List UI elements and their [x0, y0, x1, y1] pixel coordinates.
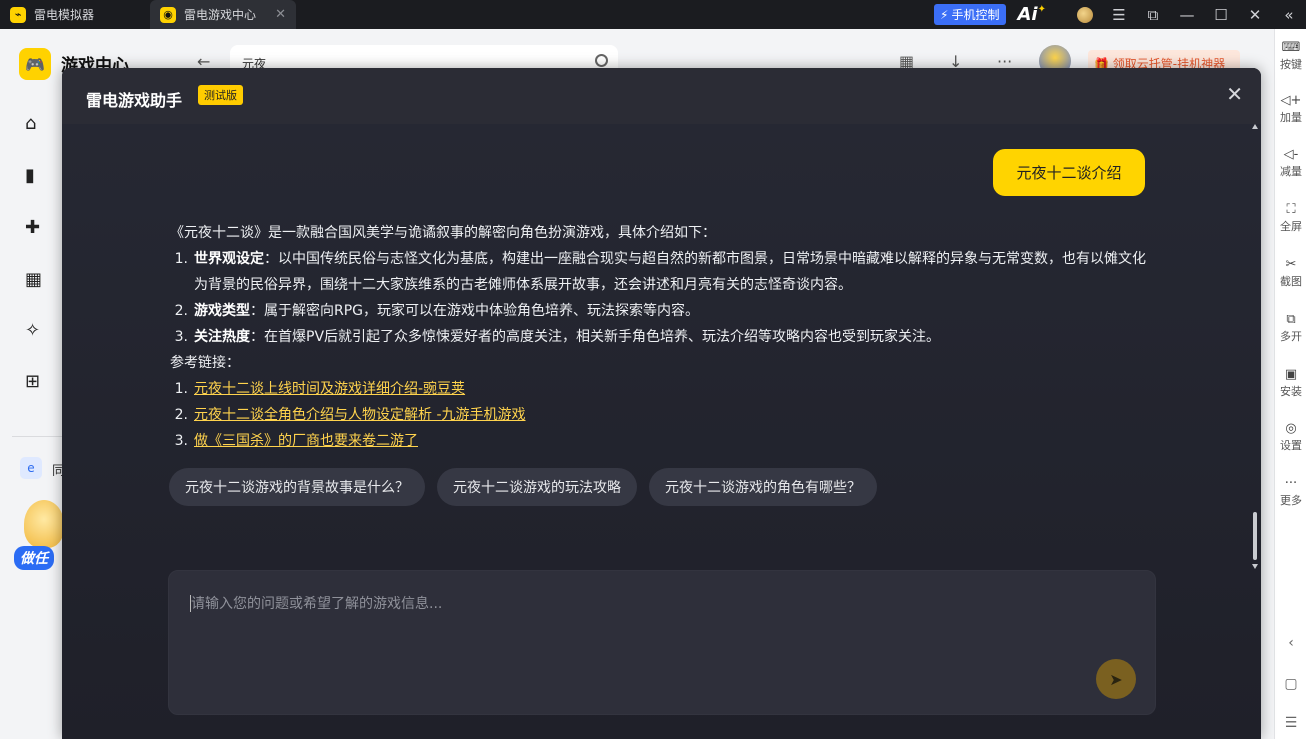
game-center-logo-icon: ◉ — [160, 6, 176, 23]
chat-area[interactable]: 元夜十二谈介绍 《元夜十二谈》是一款融合国风美学与诡谲叙事的解密向角色扮演游戏，… — [62, 124, 1261, 739]
close-tab-icon[interactable]: ✕ — [275, 7, 286, 22]
dialog-header: 雷电游戏助手 测试版 ✕ — [62, 68, 1261, 124]
reference-item: 1. 元夜十二谈上线时间及游戏详细介绍-豌豆荚 — [174, 381, 466, 397]
reference-link[interactable]: 元夜十二谈全角色介绍与人物设定解析 -九游手机游戏 — [194, 407, 526, 423]
send-icon: ➤ — [1109, 669, 1123, 689]
keyboard-icon: ⌨ — [1281, 40, 1301, 55]
reference-item: 2. 元夜十二谈全角色介绍与人物设定解析 -九游手机游戏 — [174, 407, 526, 423]
tab-emulator[interactable]: ⌁ 雷电模拟器 — [0, 0, 150, 29]
tab-game-center[interactable]: ◉ 雷电游戏中心 ✕ — [150, 0, 296, 29]
menu-icon[interactable]: ☰ — [1102, 0, 1136, 29]
discover-icon[interactable]: ✧ — [25, 320, 40, 341]
search-icon[interactable] — [595, 54, 608, 67]
external-window-icon[interactable]: ⧉ — [1136, 0, 1170, 29]
reference-item: 3. 做《三国杀》的厂商也要来卷二游了 — [174, 433, 418, 449]
send-button[interactable]: ➤ — [1096, 659, 1136, 699]
fullscreen-icon: ⛶ — [1286, 202, 1296, 217]
maximize-icon[interactable]: ☐ — [1204, 0, 1238, 29]
apk-install-icon: ▣ — [1284, 367, 1298, 382]
ai-label: Ai — [1017, 4, 1038, 25]
minimize-icon[interactable]: — — [1170, 0, 1204, 29]
answer-intro: 《元夜十二谈》是一款融合国风美学与诡谲叙事的解密向角色扮演游戏，具体介绍如下： — [170, 225, 716, 241]
list-item: 3. 关注热度：在首爆PV后就引起了众多惊悚爱好者的高度关注，相关新手角色培养、… — [174, 329, 941, 345]
android-home-icon[interactable]: ▢ — [1275, 676, 1306, 692]
sidebar-item-keymap[interactable]: ⌨ 按键 — [1275, 40, 1306, 72]
sidebar-item-more[interactable]: ··· 更多 — [1275, 476, 1306, 508]
list-item: 1. 世界观设定：以中国传统民俗与志怪文化为基底，构建出一座融合现实与超自然的新… — [174, 251, 1146, 293]
gift-icon[interactable]: ⊞ — [25, 371, 40, 392]
reference-link[interactable]: 元夜十二谈上线时间及游戏详细介绍-豌豆荚 — [194, 381, 465, 397]
ranking-icon[interactable]: ▮ — [25, 165, 35, 186]
sidebar-item-screenshot[interactable]: ✂ 截图 — [1275, 257, 1306, 289]
phone-control-button[interactable]: ⚡ 手机控制 — [934, 4, 1006, 25]
suggestion-chip[interactable]: 元夜十二谈游戏的角色有哪些？ — [649, 468, 877, 506]
chat-input-box: ➤ — [168, 570, 1156, 715]
suggestion-chip[interactable]: 元夜十二谈游戏的玩法攻略 — [437, 468, 637, 506]
scroll-down-icon[interactable] — [1252, 564, 1258, 569]
gamepad-icon[interactable]: ✚ — [25, 217, 40, 238]
volume-down-icon: ◁- — [1283, 147, 1299, 162]
volume-up-icon: ◁+ — [1280, 93, 1302, 108]
sidebar-item-fullscreen[interactable]: ⛶ 全屏 — [1275, 202, 1306, 234]
refs-label: 参考链接： — [170, 355, 240, 371]
close-icon[interactable]: ✕ — [1226, 82, 1243, 106]
scroll-thumb[interactable] — [1253, 512, 1257, 560]
task-mascot[interactable]: 做任 — [14, 500, 64, 570]
assistant-dialog: 雷电游戏助手 测试版 ✕ 元夜十二谈介绍 《元夜十二谈》是一款融合国风美学与诡谲… — [62, 68, 1261, 739]
text-caret — [190, 595, 191, 612]
sidebar-item-volume-down[interactable]: ◁- 减量 — [1275, 147, 1306, 179]
sidebar-item-settings[interactable]: ◎ 设置 — [1275, 421, 1306, 453]
collapse-sidebar-icon[interactable]: « — [1272, 0, 1306, 29]
ai-button[interactable]: Ai✦ — [1018, 4, 1047, 25]
list-item: 2. 游戏类型：属于解密向RPG，玩家可以在游戏中体验角色培养、玩法探索等内容。 — [174, 303, 700, 319]
close-window-icon[interactable]: ✕ — [1238, 0, 1272, 29]
app-shortcut-icon[interactable]: e — [20, 457, 42, 479]
android-recents-icon[interactable]: ☰ — [1275, 715, 1306, 731]
sidebar-item-volume-up[interactable]: ◁+ 加量 — [1275, 93, 1306, 125]
reference-link[interactable]: 做《三国杀》的厂商也要来卷二游了 — [194, 433, 418, 449]
tab-label: 雷电游戏中心 — [184, 8, 257, 22]
question-input[interactable] — [169, 571, 1155, 714]
apps-icon[interactable]: ▦ — [25, 269, 42, 290]
multi-instance-icon: ⧉ — [1286, 312, 1296, 327]
account-avatar-icon[interactable] — [1068, 0, 1102, 29]
chat-scrollbar[interactable] — [1251, 124, 1259, 569]
sparkle-icon: ✦ — [1037, 4, 1046, 15]
sidebar-item-install[interactable]: ▣ 安装 — [1275, 367, 1306, 399]
scroll-up-icon[interactable] — [1252, 124, 1258, 129]
emulator-sidebar: ⌨ 按键 ◁+ 加量 ◁- 减量 ⛶ 全屏 ✂ 截图 ⧉ 多开 ▣ 安装 ◎ 设… — [1274, 29, 1306, 739]
gear-icon: ◎ — [1285, 421, 1297, 436]
window-titlebar: ⌁ 雷电模拟器 ◉ 雷电游戏中心 ✕ ⚡ 手机控制 Ai✦ ☰ ⧉ — ☐ ✕ … — [0, 0, 1306, 29]
more-icon: ··· — [1284, 476, 1298, 491]
user-message-bubble: 元夜十二谈介绍 — [993, 149, 1145, 196]
suggestion-chip[interactable]: 元夜十二谈游戏的背景故事是什么？ — [169, 468, 425, 506]
lightning-icon: ⚡ — [940, 7, 949, 22]
scissors-icon: ✂ — [1285, 257, 1297, 272]
ldplayer-logo-icon: ⌁ — [10, 6, 26, 23]
tab-label: 雷电模拟器 — [34, 8, 95, 22]
android-back-icon[interactable]: ‹ — [1275, 635, 1306, 651]
home-icon[interactable]: ⌂ — [25, 113, 36, 134]
sidebar-item-multi-instance[interactable]: ⧉ 多开 — [1275, 312, 1306, 344]
dialog-title: 雷电游戏助手 — [86, 91, 183, 110]
mascot-label: 做任 — [14, 546, 54, 570]
mascot-icon — [24, 500, 64, 548]
sidebar-divider — [12, 436, 62, 437]
suggested-questions: 元夜十二谈游戏的背景故事是什么？ 元夜十二谈游戏的玩法攻略 元夜十二谈游戏的角色… — [169, 468, 877, 506]
game-center-logo-icon: 🎮 — [19, 48, 51, 80]
assistant-answer: 《元夜十二谈》是一款融合国风美学与诡谲叙事的解密向角色扮演游戏，具体介绍如下： … — [170, 220, 1150, 454]
beta-badge: 测试版 — [198, 85, 243, 105]
